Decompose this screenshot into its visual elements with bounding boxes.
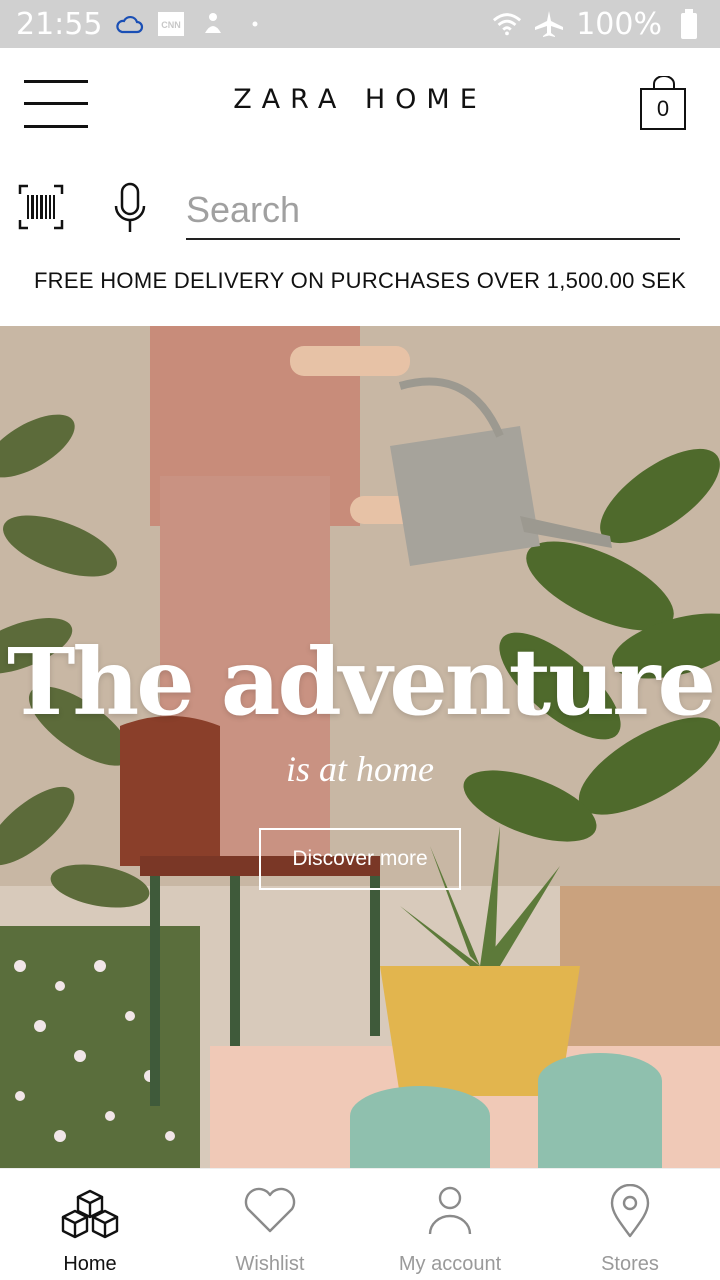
- cart-count-badge: 0: [640, 88, 686, 130]
- cubes-icon: [58, 1181, 122, 1241]
- nav-wishlist-label: Wishlist: [235, 1253, 305, 1275]
- bottom-navigation: Home Wishlist My account Stores: [0, 1168, 720, 1280]
- hero-banner[interactable]: The adventure is at home Discover more: [0, 326, 720, 1168]
- nav-wishlist[interactable]: Wishlist: [180, 1169, 360, 1280]
- app-header: ZARA HOME 0: [0, 48, 720, 158]
- hero-image: [0, 326, 720, 1168]
- nav-stores[interactable]: Stores: [540, 1169, 720, 1280]
- delivery-banner: FREE HOME DELIVERY ON PURCHASES OVER 1,5…: [33, 268, 687, 293]
- brand-logo[interactable]: ZARA HOME: [200, 84, 520, 115]
- cnn-icon: CNN: [156, 9, 186, 39]
- svg-text:CNN: CNN: [162, 20, 182, 30]
- status-left: 21:55 CNN: [16, 7, 270, 42]
- notification-icon: [198, 9, 228, 39]
- microphone-icon[interactable]: [112, 182, 148, 234]
- location-pin-icon: [598, 1181, 662, 1241]
- heart-icon: [238, 1181, 302, 1241]
- airplane-icon: [534, 9, 564, 39]
- status-right: 100%: [492, 7, 704, 42]
- hero-subtitle: is at home: [286, 749, 434, 789]
- search-row: [0, 158, 720, 258]
- menu-icon[interactable]: [24, 80, 88, 128]
- nav-my-account[interactable]: My account: [360, 1169, 540, 1280]
- status-time: 21:55: [16, 6, 103, 42]
- nav-home[interactable]: Home: [0, 1169, 180, 1280]
- status-bar: 21:55 CNN 100%: [0, 0, 720, 48]
- cloud-icon: [114, 9, 144, 39]
- app-screen: 21:55 CNN 100% ZARA HOME 0 Search FREE H…: [0, 0, 720, 1280]
- discover-more-button[interactable]: Discover more: [259, 828, 461, 890]
- dot-icon: [240, 9, 270, 39]
- barcode-scanner-icon[interactable]: [18, 184, 64, 230]
- nav-my-account-label: My account: [398, 1253, 502, 1275]
- cart-button[interactable]: 0: [640, 76, 688, 132]
- battery-percent: 100%: [576, 6, 662, 42]
- nav-home-label: Home: [63, 1253, 117, 1275]
- search-input[interactable]: [186, 182, 680, 240]
- hero-title: The adventure: [6, 628, 716, 736]
- battery-icon: [674, 9, 704, 39]
- person-icon: [418, 1181, 482, 1241]
- wifi-icon: [492, 9, 522, 39]
- nav-stores-label: Stores: [601, 1253, 659, 1275]
